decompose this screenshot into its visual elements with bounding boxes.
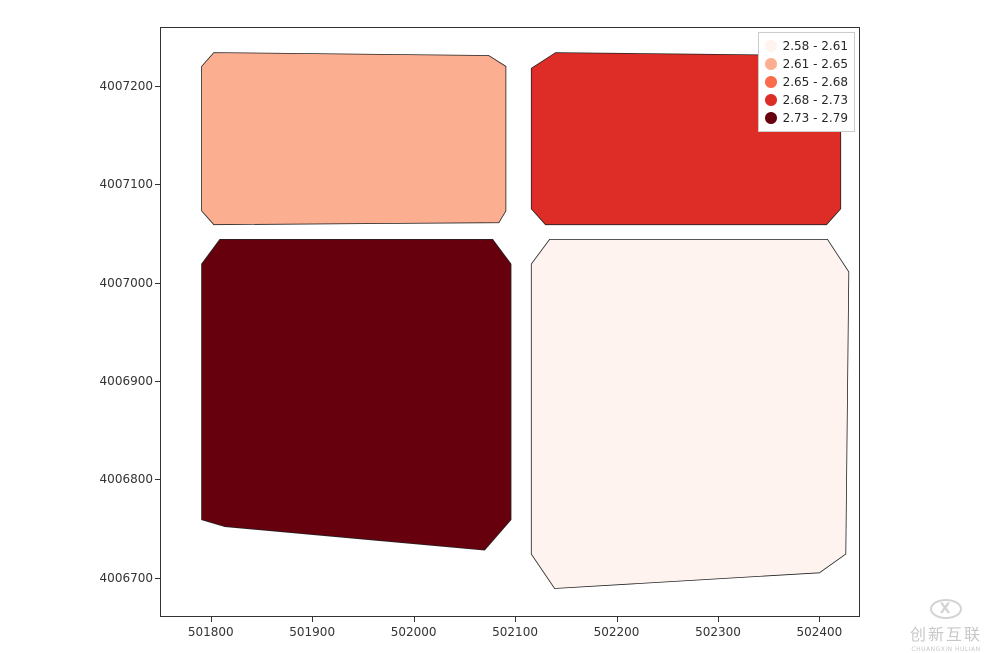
watermark-logo: X 创新互联 CHUANGXIN HULIAN xyxy=(906,606,986,646)
x-tick-mark xyxy=(414,617,415,622)
legend-row: 2.65 - 2.68 xyxy=(765,73,848,91)
x-tick-label: 502200 xyxy=(594,625,640,639)
y-tick-label: 4006700 xyxy=(98,571,153,585)
region-bottom-right xyxy=(531,239,849,588)
legend-label: 2.58 - 2.61 xyxy=(783,37,848,55)
watermark-brand: 创新互联 xyxy=(910,621,982,645)
x-tick-mark xyxy=(819,617,820,622)
y-tick-mark xyxy=(155,479,160,480)
legend-row: 2.61 - 2.65 xyxy=(765,55,848,73)
region-bottom-left xyxy=(202,239,511,550)
x-tick-mark xyxy=(515,617,516,622)
legend: 2.58 - 2.612.61 - 2.652.65 - 2.682.68 - … xyxy=(758,32,855,132)
legend-swatch-icon xyxy=(765,112,777,124)
x-tick-label: 502000 xyxy=(391,625,437,639)
legend-swatch-icon xyxy=(765,58,777,70)
x-tick-label: 502100 xyxy=(492,625,538,639)
y-tick-label: 4007100 xyxy=(98,177,153,191)
legend-swatch-icon xyxy=(765,94,777,106)
y-tick-mark xyxy=(155,578,160,579)
figure: 2.58 - 2.612.61 - 2.652.65 - 2.682.68 - … xyxy=(0,0,992,652)
x-tick-label: 502400 xyxy=(797,625,843,639)
watermark-circle-icon: X xyxy=(930,599,962,619)
legend-label: 2.65 - 2.68 xyxy=(783,73,848,91)
legend-label: 2.61 - 2.65 xyxy=(783,55,848,73)
y-tick-mark xyxy=(155,86,160,87)
x-tick-label: 502300 xyxy=(695,625,741,639)
plot-area: 2.58 - 2.612.61 - 2.652.65 - 2.682.68 - … xyxy=(160,27,860,617)
legend-label: 2.68 - 2.73 xyxy=(783,91,848,109)
region-top-left xyxy=(202,53,506,225)
legend-swatch-icon xyxy=(765,76,777,88)
y-tick-label: 4006900 xyxy=(98,374,153,388)
y-tick-mark xyxy=(155,283,160,284)
plot-svg xyxy=(161,28,861,618)
y-tick-label: 4007000 xyxy=(98,276,153,290)
x-tick-label: 501900 xyxy=(289,625,335,639)
legend-row: 2.73 - 2.79 xyxy=(765,109,848,127)
y-tick-mark xyxy=(155,184,160,185)
legend-swatch-icon xyxy=(765,40,777,52)
x-tick-mark xyxy=(312,617,313,622)
y-tick-label: 4007200 xyxy=(98,79,153,93)
legend-row: 2.68 - 2.73 xyxy=(765,91,848,109)
legend-row: 2.58 - 2.61 xyxy=(765,37,848,55)
x-tick-label: 501800 xyxy=(188,625,234,639)
x-tick-mark xyxy=(211,617,212,622)
x-tick-mark xyxy=(617,617,618,622)
legend-label: 2.73 - 2.79 xyxy=(783,109,848,127)
y-tick-label: 4006800 xyxy=(98,472,153,486)
y-tick-mark xyxy=(155,381,160,382)
x-tick-mark xyxy=(718,617,719,622)
